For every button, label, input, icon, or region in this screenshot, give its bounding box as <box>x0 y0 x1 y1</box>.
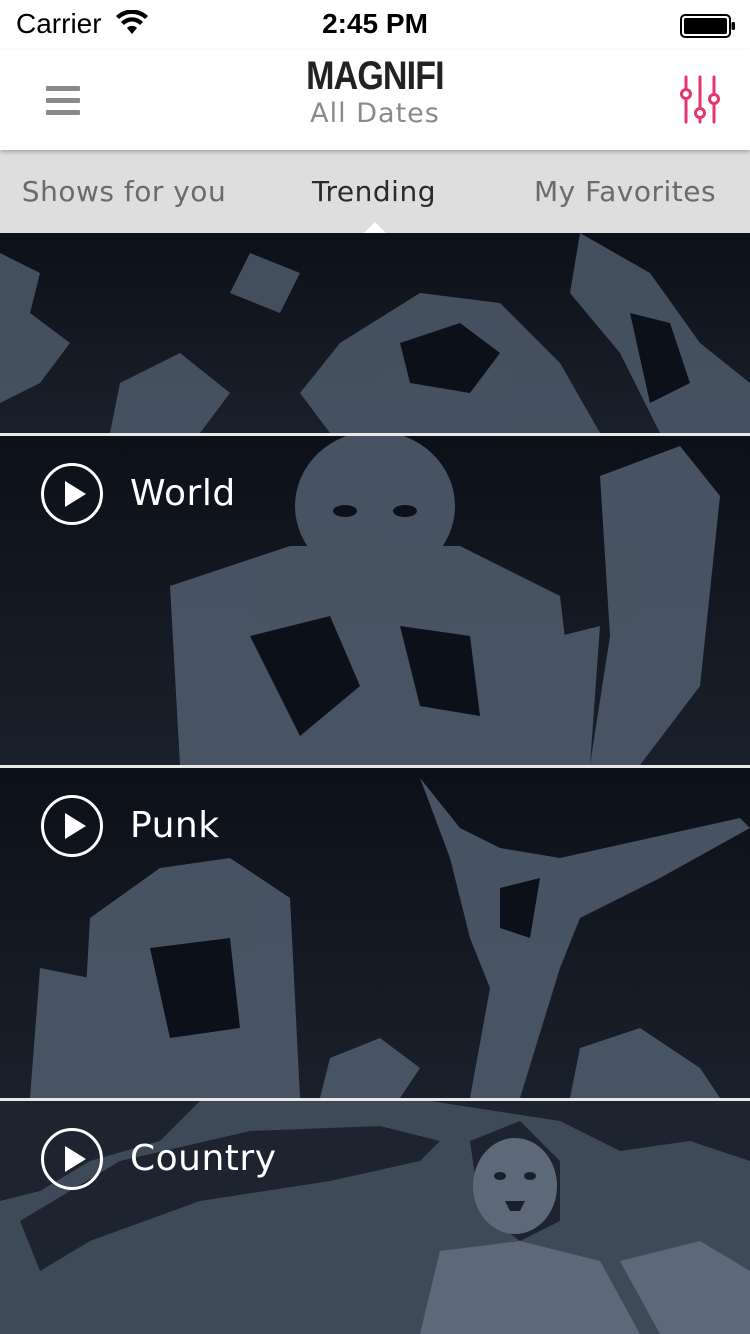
play-icon[interactable] <box>40 794 104 858</box>
tab-shows-for-you[interactable]: Shows for you <box>0 150 248 233</box>
genre-title: World <box>130 473 236 514</box>
genre-card-country[interactable]: Country <box>0 1101 750 1334</box>
concert-photo <box>0 1101 750 1334</box>
date-filter-label[interactable]: All Dates <box>0 98 750 130</box>
status-time: 2:45 PM <box>322 8 428 39</box>
app-screen: Carrier 2:45 PM MAGNIFI All Dates Shows … <box>0 0 750 1334</box>
genre-title: Country <box>130 1138 277 1179</box>
sliders-filter-icon[interactable] <box>678 74 722 126</box>
genre-title: Punk <box>130 805 220 846</box>
play-icon[interactable] <box>40 462 104 526</box>
brand-logo: MAGNIFI <box>306 54 444 98</box>
concert-photo <box>0 436 750 765</box>
genre-card-partial[interactable] <box>0 233 750 433</box>
status-bar: Carrier 2:45 PM <box>0 0 750 50</box>
brand: MAGNIFI All Dates <box>0 54 750 130</box>
concert-photo <box>0 768 750 1098</box>
tab-bar: Shows for you Trending My Favorites <box>0 150 750 233</box>
play-icon[interactable] <box>40 1127 104 1191</box>
genre-card-world[interactable]: World <box>0 436 750 765</box>
tab-trending[interactable]: Trending <box>248 150 500 233</box>
concert-photo <box>0 233 750 433</box>
battery-icon <box>680 14 735 38</box>
app-header: MAGNIFI All Dates <box>0 50 750 150</box>
genre-card-punk[interactable]: Punk <box>0 768 750 1098</box>
tab-my-favorites[interactable]: My Favorites <box>500 150 750 233</box>
active-tab-indicator <box>364 222 386 233</box>
